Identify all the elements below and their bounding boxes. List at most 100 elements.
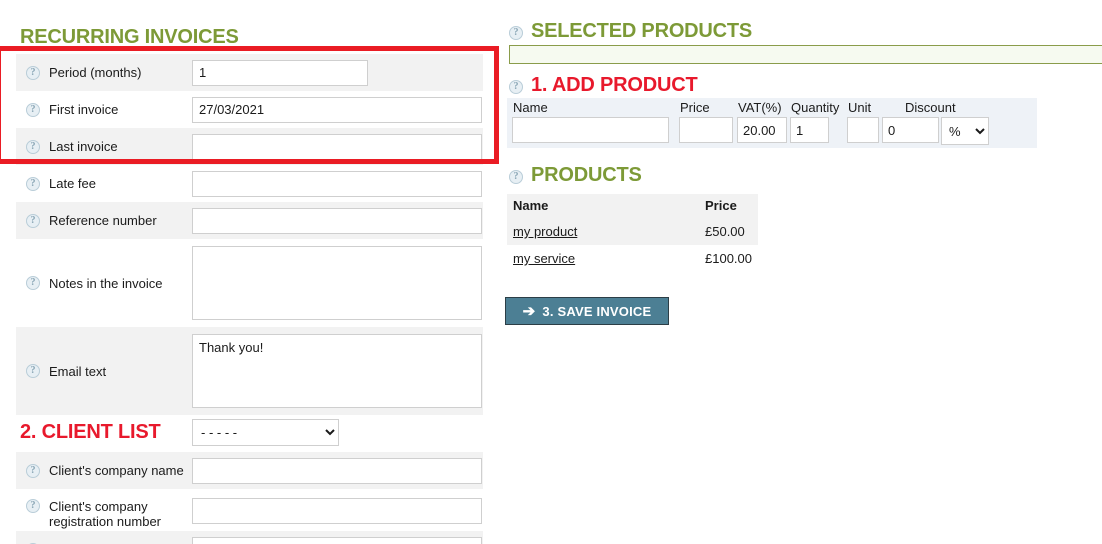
form-field-label: Notes in the invoice: [49, 275, 163, 291]
client-list-heading: 2. CLIENT LIST: [20, 420, 161, 443]
help-icon[interactable]: ?: [26, 499, 40, 513]
help-icon[interactable]: ?: [26, 102, 40, 117]
product-name-cell: my service: [507, 245, 699, 272]
invoice-form-page: RECURRING INVOICES ? Period (months)? Firs…: [0, 0, 1102, 544]
form-row-label-cell: ? Email text: [16, 364, 192, 379]
recurring-invoices-heading: RECURRING INVOICES: [20, 26, 239, 48]
selected-products-box: [509, 45, 1102, 64]
product-price-cell: £100.00: [705, 251, 752, 266]
add-product-panel: Name Price VAT(%) Quantity Unit Discount…: [507, 98, 1037, 148]
field-input-first-invoice[interactable]: [192, 96, 482, 123]
client-field-label: Client's company name: [49, 463, 184, 478]
product-price-input[interactable]: [679, 117, 733, 143]
field-input-notes-in-the-invoice[interactable]: [192, 246, 482, 320]
form-field-label: Late fee: [49, 176, 96, 191]
form-field-label: First invoice: [49, 102, 119, 117]
products-column: ? SELECTED PRODUCTS ? 1. ADD PRODUCT Nam…: [503, 0, 1102, 544]
field-input-email-text[interactable]: [192, 334, 482, 408]
client-form-value-cell: [192, 492, 483, 528]
form-row: ? Period (months): [16, 54, 483, 91]
products-heading-row: ? PRODUCTS: [509, 164, 642, 187]
recurring-invoices-column: RECURRING INVOICES ? Period (months)? Firs…: [0, 0, 500, 544]
column-header-unit: Unit: [848, 100, 872, 115]
form-row: ? Last invoice: [16, 128, 483, 165]
help-icon[interactable]: ?: [26, 213, 40, 228]
product-name-cell: my product: [507, 218, 699, 245]
form-row-label-cell: ? First invoice: [16, 102, 192, 117]
client-list-select[interactable]: - - - - -: [192, 418, 339, 446]
save-invoice-button-label: 3. SAVE INVOICE: [542, 303, 652, 319]
product-quantity-input[interactable]: [790, 117, 829, 143]
products-heading: PRODUCTS: [531, 164, 642, 186]
help-icon[interactable]: ?: [26, 276, 40, 290]
field-input-reference-number[interactable]: [192, 207, 482, 234]
client-list-row: 2. CLIENT LIST - - - - -: [16, 414, 483, 450]
form-row: ? First invoice: [16, 91, 483, 128]
product-link[interactable]: my product: [513, 224, 577, 239]
form-row-value-cell: [192, 204, 483, 238]
products-table-header-row: Name Price: [507, 194, 1102, 218]
form-field-label: Reference number: [49, 213, 157, 228]
form-row-label-cell: ? Late fee: [16, 176, 192, 191]
product-row-spacer: [758, 245, 1102, 272]
form-row-value-cell: [192, 93, 483, 127]
client-form-label-cell: ? Client's company registration number: [16, 491, 192, 529]
field-input-period-months[interactable]: [192, 59, 368, 86]
client-field-input[interactable]: [192, 498, 482, 524]
discount-unit-select[interactable]: %: [941, 117, 989, 145]
form-field-label: Last invoice: [49, 139, 118, 154]
help-icon[interactable]: ?: [509, 169, 523, 184]
form-row-value-cell: [192, 330, 483, 412]
column-header-name: Name: [513, 100, 548, 115]
field-input-last-invoice[interactable]: [192, 133, 482, 160]
product-discount-input[interactable]: [882, 117, 939, 143]
client-form-value-cell: [192, 454, 483, 488]
client-form-label-cell: ? Client's company name: [16, 463, 192, 478]
table-row: my service £100.00: [507, 245, 1102, 272]
client-form-row: ? Client's company name: [16, 452, 483, 489]
help-icon[interactable]: ?: [26, 364, 40, 378]
save-invoice-button[interactable]: ➔ 3. SAVE INVOICE: [505, 297, 669, 325]
form-row-label-cell: ? Period (months): [16, 65, 192, 80]
selected-products-heading: SELECTED PRODUCTS: [531, 20, 753, 42]
column-header-quantity: Quantity: [791, 100, 840, 115]
help-icon[interactable]: ?: [509, 25, 523, 40]
form-row-label-cell: ? Notes in the invoice: [16, 276, 192, 291]
form-field-label: Period (months): [49, 65, 142, 80]
help-icon[interactable]: ?: [26, 139, 40, 154]
form-row-value-cell: [192, 130, 483, 164]
form-row: ? Notes in the invoice: [16, 239, 483, 327]
help-icon[interactable]: ?: [26, 463, 40, 478]
form-row: ? Late fee: [16, 165, 483, 202]
product-link[interactable]: my service: [513, 251, 575, 266]
form-row-value-cell: [192, 242, 483, 324]
product-vat-input[interactable]: [737, 117, 787, 143]
form-row: ? Reference number: [16, 202, 483, 239]
form-row-value-cell: [192, 56, 483, 90]
form-row-value-cell: [192, 167, 483, 201]
field-input-late-fee[interactable]: [192, 170, 482, 197]
form-row-label-cell: ? Last invoice: [16, 139, 192, 154]
client-field-input[interactable]: [192, 457, 482, 484]
selected-products-heading-row: ? SELECTED PRODUCTS: [509, 20, 752, 43]
column-header-discount: Discount: [905, 100, 956, 115]
client-field-label: Client's company registration number: [49, 499, 161, 529]
client-form-value-cell: [192, 533, 483, 544]
products-table: Name Price my product £50.00 my service £10…: [507, 194, 1102, 272]
client-field-input[interactable]: [192, 536, 482, 544]
help-icon[interactable]: ?: [509, 79, 523, 94]
product-name-input[interactable]: [512, 117, 669, 143]
client-form-row: ?: [16, 531, 483, 544]
product-price-cell: £50.00: [699, 218, 758, 245]
add-product-heading-row: ? 1. ADD PRODUCT: [509, 74, 698, 97]
help-icon[interactable]: ?: [26, 176, 40, 191]
products-header-price: Price: [699, 194, 758, 218]
column-header-vat: VAT(%): [738, 100, 782, 115]
add-product-heading: 1. ADD PRODUCT: [531, 74, 698, 96]
table-row: my product £50.00: [507, 218, 1102, 245]
help-icon[interactable]: ?: [26, 65, 40, 80]
client-form-row: ? Client's company registration number: [16, 489, 483, 531]
products-header-name: Name: [507, 194, 699, 218]
form-field-label: Email text: [49, 363, 107, 379]
product-unit-input[interactable]: [847, 117, 879, 143]
